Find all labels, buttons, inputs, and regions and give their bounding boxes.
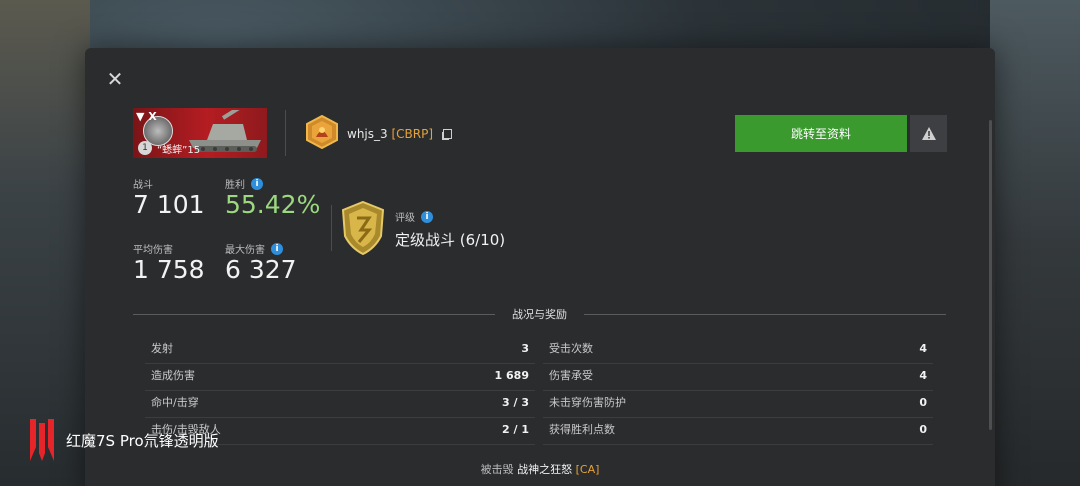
battle-section-header: 战况与奖励 bbox=[133, 306, 946, 322]
stat-winrate: 胜利 i 55.42% bbox=[225, 176, 320, 219]
player-clan-tag[interactable]: [CBRP] bbox=[391, 127, 433, 141]
watermark-text: 红魔7S Pro氘锋透明版 bbox=[66, 431, 219, 450]
warning-icon bbox=[921, 127, 936, 140]
row-value: 4 bbox=[919, 342, 927, 355]
stat-avg-damage-label: 平均伤害 bbox=[133, 245, 173, 256]
table-row: 获得胜利点数 0 bbox=[543, 418, 933, 445]
row-key: 命中/击穿 bbox=[151, 396, 199, 409]
tank-tier: ▼ X bbox=[136, 110, 157, 123]
stat-battles-label: 战斗 bbox=[133, 180, 153, 191]
stat-max-damage-value: 6 327 bbox=[225, 255, 297, 284]
stat-winrate-label: 胜利 bbox=[225, 180, 245, 191]
table-row: 发射 3 bbox=[145, 337, 535, 364]
row-key: 发射 bbox=[151, 342, 173, 355]
row-key: 受击次数 bbox=[549, 342, 593, 355]
row-value: 3 bbox=[521, 342, 529, 355]
row-value: 0 bbox=[919, 396, 927, 409]
rank-shield-icon bbox=[341, 200, 385, 256]
stat-battles: 战斗 7 101 bbox=[133, 176, 205, 219]
killed-by-prefix: 被击毁 bbox=[480, 463, 514, 476]
player-name: whjs_3 [CBRP] bbox=[347, 127, 452, 141]
info-icon[interactable]: i bbox=[421, 210, 433, 223]
close-button[interactable]: ✕ bbox=[104, 68, 126, 90]
killer-clan-tag: [CA] bbox=[575, 463, 600, 476]
killer-tank-name: 战神之狂怒 bbox=[517, 463, 573, 476]
stat-battles-value: 7 101 bbox=[133, 190, 205, 219]
stat-avg-damage: 平均伤害 1 758 bbox=[133, 241, 205, 284]
background-left bbox=[0, 0, 90, 486]
table-row: 伤害承受 4 bbox=[543, 364, 933, 391]
close-icon: ✕ bbox=[106, 67, 124, 91]
mastery-badge: 1 bbox=[138, 141, 152, 155]
background-right bbox=[990, 0, 1080, 486]
copy-icon[interactable] bbox=[442, 129, 452, 139]
clan-emblem-icon bbox=[306, 115, 338, 149]
tank-card: ▼ X 1 “蟋蟀”15 bbox=[133, 108, 267, 158]
header-divider bbox=[285, 110, 286, 156]
go-to-profile-button[interactable]: 跳转至资料 bbox=[735, 115, 907, 152]
row-value: 1 689 bbox=[494, 369, 529, 382]
row-key: 未击穿伤害防护 bbox=[549, 396, 626, 409]
row-value: 0 bbox=[919, 423, 927, 436]
table-row: 未击穿伤害防护 0 bbox=[543, 391, 933, 418]
info-icon[interactable]: i bbox=[251, 177, 263, 190]
row-value: 4 bbox=[919, 369, 927, 382]
rating-value: 定级战斗 (6/10) bbox=[395, 231, 506, 249]
row-value: 3 / 3 bbox=[502, 396, 529, 409]
tank-name: “蟋蟀”15 bbox=[157, 145, 201, 156]
table-row: 受击次数 4 bbox=[543, 337, 933, 364]
scrollbar[interactable] bbox=[989, 120, 992, 430]
report-button[interactable] bbox=[910, 115, 947, 152]
row-value: 2 / 1 bbox=[502, 423, 529, 436]
stat-max-damage-label: 最大伤害 bbox=[225, 245, 265, 256]
rating-label: 评级 bbox=[395, 213, 415, 224]
row-key: 造成伤害 bbox=[151, 369, 195, 382]
stat-avg-damage-value: 1 758 bbox=[133, 255, 205, 284]
table-row: 造成伤害 1 689 bbox=[145, 364, 535, 391]
stat-max-damage: 最大伤害 i 6 327 bbox=[225, 241, 297, 284]
table-row: 命中/击穿 3 / 3 bbox=[145, 391, 535, 418]
stat-winrate-value: 55.42% bbox=[225, 190, 321, 219]
right-stats-table: 受击次数 4 伤害承受 4 未击穿伤害防护 0 获得胜利点数 0 bbox=[543, 337, 933, 445]
stats-divider bbox=[331, 205, 332, 251]
red-magic-logo-icon bbox=[30, 419, 54, 461]
player-nickname: whjs_3 bbox=[347, 127, 388, 141]
row-key: 获得胜利点数 bbox=[549, 423, 615, 436]
device-watermark: 红魔7S Pro氘锋透明版 bbox=[26, 416, 219, 464]
info-icon[interactable]: i bbox=[271, 242, 283, 255]
section-line-right bbox=[584, 314, 946, 315]
row-key: 伤害承受 bbox=[549, 369, 593, 382]
